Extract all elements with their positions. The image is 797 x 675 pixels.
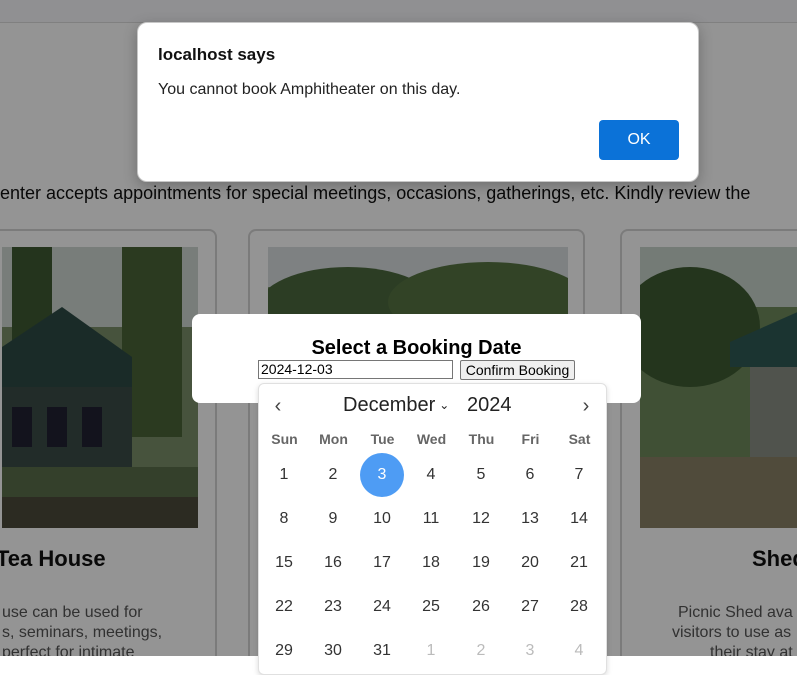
- calendar-day[interactable]: 24: [360, 585, 404, 629]
- calendar-day[interactable]: 2: [459, 629, 503, 673]
- calendar-day[interactable]: 7: [557, 453, 601, 497]
- weekday-header: Fri: [521, 431, 540, 447]
- calendar-day[interactable]: 10: [360, 497, 404, 541]
- month-select[interactable]: December ⌄: [343, 394, 449, 417]
- next-month-icon[interactable]: ›: [577, 396, 595, 416]
- calendar-day[interactable]: 8: [262, 497, 306, 541]
- calendar-day[interactable]: 18: [409, 541, 453, 585]
- calendar-day[interactable]: 27: [508, 585, 552, 629]
- calendar-day[interactable]: 3: [360, 453, 404, 497]
- calendar-day[interactable]: 11: [409, 497, 453, 541]
- ok-button[interactable]: OK: [599, 120, 679, 160]
- calendar-day[interactable]: 4: [409, 453, 453, 497]
- weekday-header: Sat: [568, 431, 591, 447]
- chevron-down-icon: ⌄: [439, 398, 450, 412]
- alert-message: You cannot book Amphitheater on this day…: [158, 81, 461, 98]
- calendar-day[interactable]: 19: [459, 541, 503, 585]
- confirm-booking-button[interactable]: Confirm Booking: [460, 360, 575, 380]
- calendar-day[interactable]: 1: [262, 453, 306, 497]
- previous-month-icon[interactable]: ‹: [269, 396, 287, 416]
- calendar-day[interactable]: 13: [508, 497, 552, 541]
- calendar-day[interactable]: 2: [311, 453, 355, 497]
- booking-title: Select a Booking Date: [311, 337, 522, 359]
- alert-title: localhost says: [158, 45, 276, 64]
- calendar-day[interactable]: 9: [311, 497, 355, 541]
- calendar-day[interactable]: 30: [311, 629, 355, 673]
- weekday-header: Thu: [468, 431, 495, 447]
- calendar-day[interactable]: 23: [311, 585, 355, 629]
- calendar-day[interactable]: 22: [262, 585, 306, 629]
- weekday-header: Sun: [271, 431, 298, 447]
- calendar-day[interactable]: 17: [360, 541, 404, 585]
- calendar-day[interactable]: 25: [409, 585, 453, 629]
- booking-date-input[interactable]: 2024-12-03: [258, 360, 453, 379]
- calendar-day[interactable]: 3: [508, 629, 552, 673]
- calendar-day[interactable]: 16: [311, 541, 355, 585]
- calendar-day[interactable]: 26: [459, 585, 503, 629]
- calendar-day[interactable]: 15: [262, 541, 306, 585]
- calendar-day[interactable]: 4: [557, 629, 601, 673]
- calendar-day[interactable]: 21: [557, 541, 601, 585]
- year-select[interactable]: 2024: [467, 394, 512, 417]
- weekday-header: Mon: [319, 431, 348, 447]
- weekday-header: Wed: [416, 431, 447, 447]
- calendar-day[interactable]: 6: [508, 453, 552, 497]
- calendar-day[interactable]: 29: [262, 629, 306, 673]
- alert-dialog: localhost says You cannot book Amphithea…: [137, 22, 699, 182]
- calendar-day[interactable]: 5: [459, 453, 503, 497]
- calendar-day[interactable]: 20: [508, 541, 552, 585]
- calendar-day[interactable]: 1: [409, 629, 453, 673]
- calendar-day[interactable]: 28: [557, 585, 601, 629]
- calendar-day[interactable]: 31: [360, 629, 404, 673]
- weekday-header: Tue: [370, 431, 395, 447]
- calendar-day[interactable]: 14: [557, 497, 601, 541]
- date-picker-calendar: ‹ December ⌄ 2024 › Sun Mon Tue Wed Thu Fri Sat…: [258, 383, 607, 675]
- calendar-day[interactable]: 12: [459, 497, 503, 541]
